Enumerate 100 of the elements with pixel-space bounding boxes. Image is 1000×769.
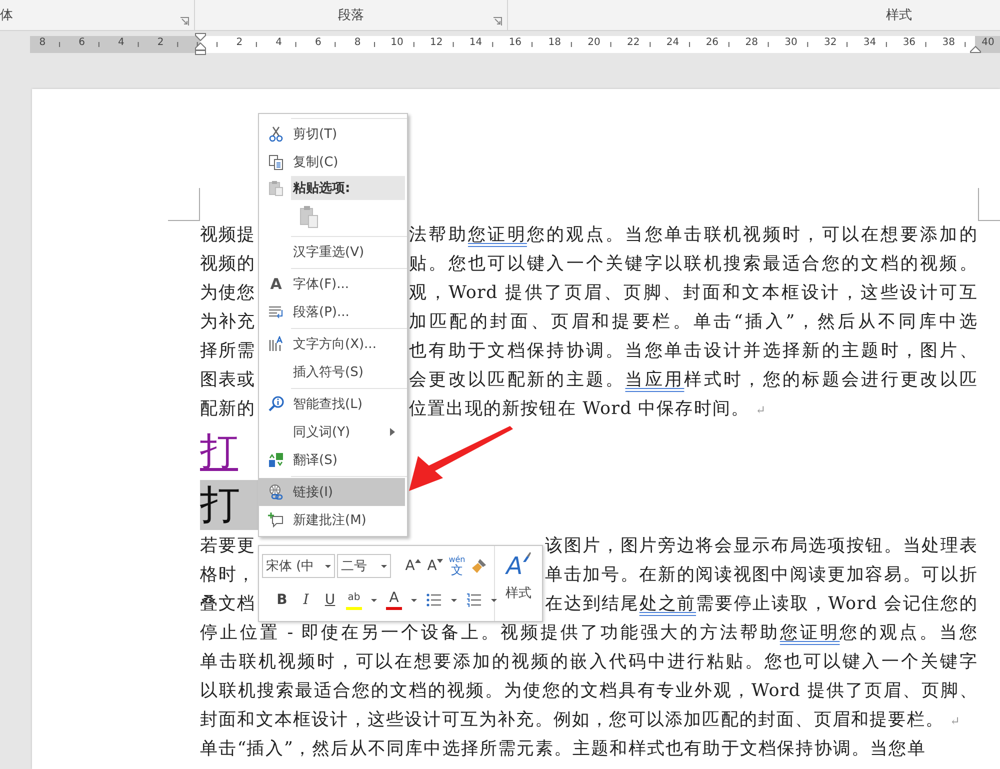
clipboard-icon bbox=[268, 180, 284, 196]
phonetic-guide-button[interactable]: wén 文 bbox=[447, 555, 467, 577]
body-text: 观，Word 提供了页眉、页脚、封面和文本框设计，这些设计可互 bbox=[409, 282, 978, 305]
body-text: 为补充 bbox=[200, 311, 257, 334]
group-label: 样式 bbox=[886, 7, 912, 24]
ruler-number: 20 bbox=[586, 37, 602, 48]
crop-mark bbox=[978, 188, 1000, 221]
crop-mark bbox=[168, 188, 200, 221]
menu-item[interactable]: 文字方向(X)... bbox=[259, 330, 405, 358]
list-icon bbox=[426, 593, 442, 607]
body-text: 视频的 bbox=[200, 253, 257, 276]
menu-item[interactable]: 智能查找(L) bbox=[259, 390, 405, 418]
menu-item[interactable]: 复制(C) bbox=[259, 148, 405, 176]
brush-icon bbox=[522, 552, 531, 562]
body-text: 在达到结尾处之前需要停止读取，Word 会记住您的 bbox=[545, 593, 978, 616]
menu-header: 粘贴选项: bbox=[291, 176, 405, 200]
group-label: 段落 bbox=[338, 7, 364, 24]
styles-button[interactable]: A 样式 bbox=[495, 546, 542, 621]
ruler-number: 24 bbox=[664, 37, 682, 48]
ruler-number: 2 bbox=[234, 37, 245, 48]
body-text: 封面和文本框设计，这些设计可互为补充。例如，您可以添加匹配的封面、页眉和提要栏。 ↵ bbox=[200, 709, 962, 732]
body-text: 单击“插入”，然后从不同库中选择所需元素。主题和样式也有助于文档保持协调。当您单 bbox=[200, 738, 927, 761]
menu-item[interactable]: 插入符号(S) bbox=[259, 358, 405, 386]
font-size-dropdown[interactable]: 二号 bbox=[337, 554, 391, 578]
bold-button[interactable]: B bbox=[272, 589, 292, 611]
menu-item[interactable]: 翻译(S) bbox=[259, 446, 405, 474]
ruler-number: 2 bbox=[155, 37, 166, 48]
font-name-dropdown[interactable]: 宋体 (中 bbox=[262, 554, 335, 578]
ruler-number: 34 bbox=[861, 37, 878, 48]
brush-icon bbox=[471, 558, 487, 574]
highlight-button[interactable]: ab bbox=[344, 589, 364, 611]
ruler-number: 28 bbox=[743, 37, 760, 48]
heading-link[interactable]: 打 bbox=[200, 424, 238, 478]
caret-icon bbox=[491, 598, 497, 602]
ruler-number: 6 bbox=[76, 37, 87, 48]
caret-icon bbox=[325, 564, 331, 568]
body-text: 单击联机视频时，可以在想要添加的视频的嵌入代码中进行粘贴。您也可以键入一个关键字 bbox=[200, 651, 978, 674]
font-color-button[interactable]: A bbox=[384, 589, 404, 611]
menu-item[interactable]: 剪切(T) bbox=[259, 120, 405, 148]
ruler-number: 10 bbox=[388, 37, 406, 48]
menu-item[interactable]: 链接(I) bbox=[259, 478, 405, 506]
globe-link-icon bbox=[268, 484, 284, 500]
body-text: 为使您 bbox=[200, 282, 257, 305]
body-text: 以联机搜索最适合您的文档的视频。为使您的文档具有专业外观，Word 提供了页眉、页脚、 bbox=[200, 680, 978, 703]
body-text: 会更改以匹配新的主题。当应用 样式时，您的标题会进行更改以匹 bbox=[409, 369, 978, 392]
ruler-number: 8 bbox=[37, 37, 48, 48]
translate-icon bbox=[268, 452, 284, 468]
shrink-font-button[interactable]: A bbox=[425, 555, 445, 577]
font-icon: A bbox=[270, 275, 282, 293]
body-text: 单击加号。在新的阅读视图中阅读更加容易。可以折 bbox=[545, 564, 978, 587]
body-text: 该图片，图片旁边将会显示布局选项按钮。当处理表 bbox=[545, 535, 978, 558]
body-text: 若要更 bbox=[200, 535, 257, 558]
ruler-number: 32 bbox=[822, 37, 839, 48]
list-icon bbox=[466, 593, 482, 607]
menu-item[interactable]: 段落(P)... bbox=[259, 298, 405, 326]
ruler-number: 38 bbox=[940, 37, 957, 48]
body-text: 停止位置 - 即使在另一个设备上。视频提供了功能强大的方法帮助 您证明您的观点。当您 bbox=[200, 622, 978, 645]
menu-item[interactable]: A 字体(F)... bbox=[259, 270, 405, 298]
ruler-number: 26 bbox=[704, 37, 721, 48]
caret-icon bbox=[436, 559, 443, 563]
comment-icon bbox=[268, 512, 284, 528]
menu-item[interactable]: 新建批注(M) bbox=[259, 506, 405, 534]
ruler-number: 8 bbox=[352, 37, 363, 48]
underline-button[interactable]: U bbox=[320, 589, 340, 611]
italic-button[interactable]: I bbox=[296, 589, 316, 611]
ruler-number: 4 bbox=[274, 37, 284, 48]
caret-icon bbox=[371, 598, 377, 602]
indent-marker-icon[interactable] bbox=[970, 46, 981, 53]
body-text: 加匹配的封面、页眉和提要栏。单击“插入”，然后从不同库中选 bbox=[409, 311, 978, 334]
body-text: 贴。您也可以键入一个关键字以联机搜索最适合您的文档的视频。 bbox=[409, 253, 978, 276]
text-direction-icon bbox=[268, 336, 284, 352]
ruler-number: 36 bbox=[900, 37, 918, 48]
ruler-number: 4 bbox=[116, 37, 126, 48]
body-text: 择所需 bbox=[200, 340, 257, 363]
dialog-launcher-icon[interactable] bbox=[180, 17, 189, 26]
ruler-number: 22 bbox=[625, 37, 642, 48]
ruler-number: 18 bbox=[546, 37, 563, 48]
ruler-number: 6 bbox=[313, 37, 324, 48]
body-text: 配新的 bbox=[200, 398, 257, 421]
caret-icon bbox=[451, 598, 457, 602]
body-text: 视频提 bbox=[200, 224, 257, 247]
ruler-number: 16 bbox=[506, 37, 524, 48]
scissors-icon bbox=[268, 126, 284, 142]
ruler-number: 30 bbox=[782, 37, 800, 48]
dialog-launcher-icon[interactable] bbox=[493, 17, 502, 26]
indent-marker-icon[interactable] bbox=[195, 33, 206, 55]
body-text: 图表或 bbox=[200, 369, 257, 392]
paragraph-icon bbox=[268, 304, 284, 320]
body-text: 位置出现的新按钮在 Word 中保存时间。 ↵ bbox=[409, 398, 768, 421]
paste-option-button[interactable] bbox=[299, 205, 319, 229]
body-text: 法帮助您证明您的观点。当您单击联机视频时，可以在想要添加的 bbox=[409, 224, 978, 247]
heading-text: 打 bbox=[200, 480, 258, 530]
magnifier-icon bbox=[268, 396, 284, 412]
group-label: 体 bbox=[0, 7, 13, 24]
menu-item[interactable]: 同义词(Y) bbox=[259, 418, 405, 446]
submenu-arrow-icon bbox=[390, 428, 395, 436]
ruler-number: 14 bbox=[467, 37, 484, 48]
body-text: 叠文档 bbox=[200, 593, 257, 616]
menu-item[interactable]: 汉字重选(V) bbox=[259, 238, 405, 266]
grow-font-button[interactable]: A bbox=[403, 555, 423, 577]
